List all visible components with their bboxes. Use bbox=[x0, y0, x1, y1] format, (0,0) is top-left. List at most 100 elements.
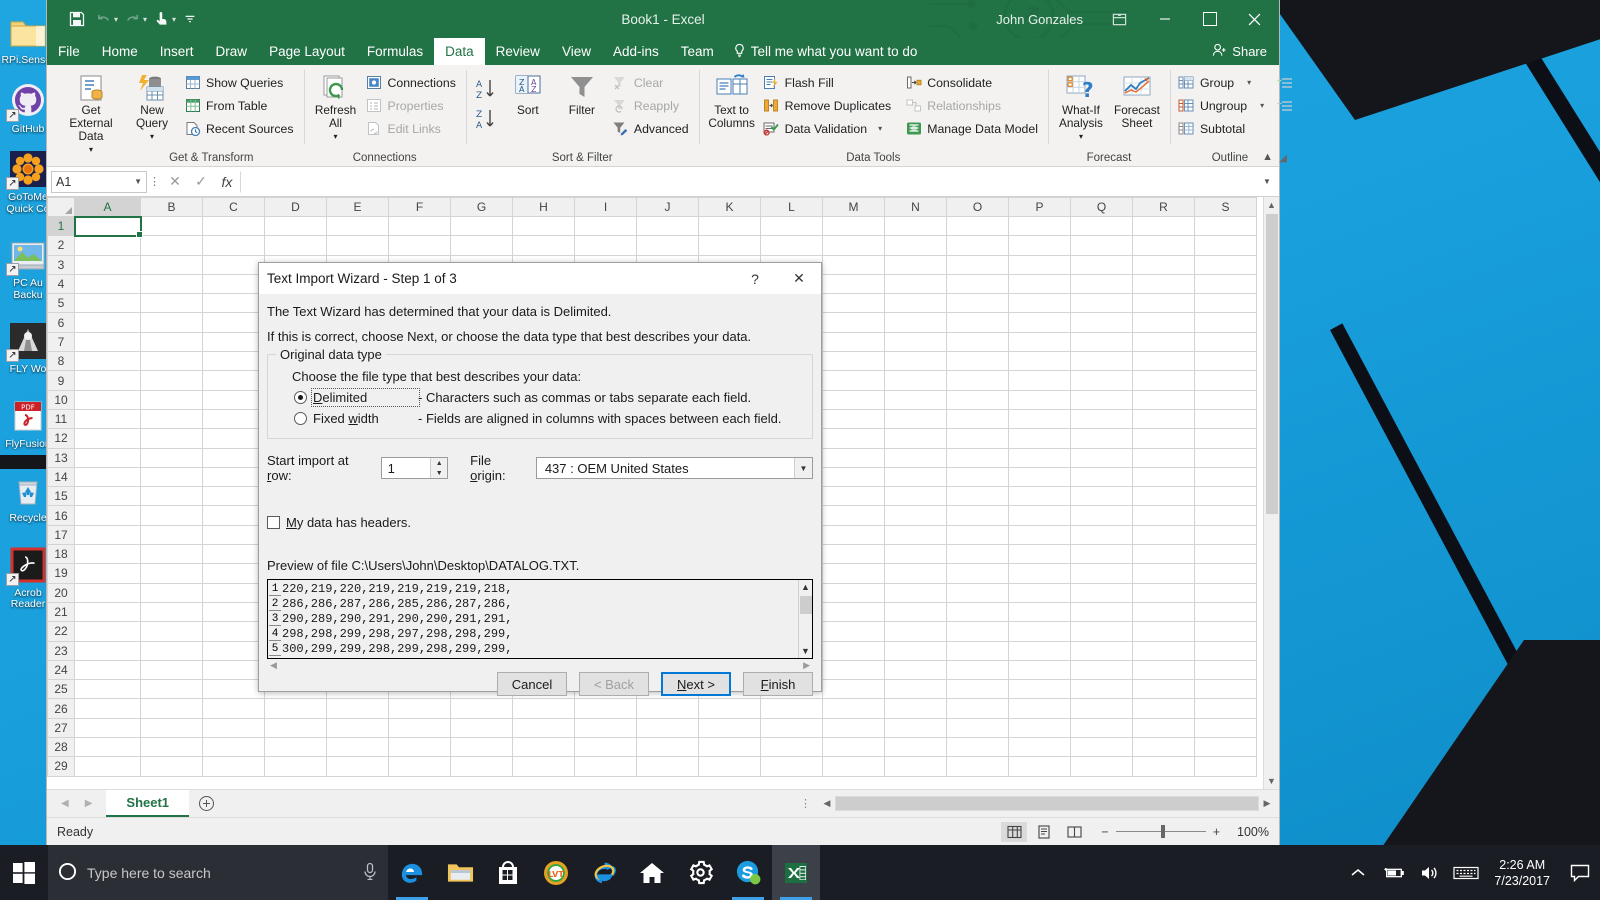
cell-J1[interactable] bbox=[637, 217, 699, 236]
chevron-down-icon[interactable]: ▾ bbox=[1247, 78, 1251, 87]
cell-N25[interactable] bbox=[885, 680, 947, 699]
column-header-L[interactable]: L bbox=[761, 198, 823, 217]
cell-B2[interactable] bbox=[141, 236, 203, 255]
cell-N19[interactable] bbox=[885, 564, 947, 583]
cell-S15[interactable] bbox=[1195, 487, 1257, 506]
cell-L2[interactable] bbox=[761, 236, 823, 255]
sort-button[interactable]: Z A A Z Sort bbox=[501, 70, 555, 119]
cell-P29[interactable] bbox=[1009, 757, 1071, 776]
cell-S13[interactable] bbox=[1195, 448, 1257, 467]
cell-O23[interactable] bbox=[947, 641, 1009, 660]
cell-K2[interactable] bbox=[699, 236, 761, 255]
cell-S8[interactable] bbox=[1195, 352, 1257, 371]
cell-P21[interactable] bbox=[1009, 602, 1071, 621]
cancel-button[interactable]: Cancel bbox=[497, 672, 567, 696]
row-header-10[interactable]: 10 bbox=[48, 390, 75, 409]
cell-S18[interactable] bbox=[1195, 545, 1257, 564]
cell-M4[interactable] bbox=[823, 274, 885, 293]
headers-checkbox-row[interactable]: My data has headers. bbox=[259, 515, 821, 530]
cell-R27[interactable] bbox=[1133, 718, 1195, 737]
cell-P10[interactable] bbox=[1009, 390, 1071, 409]
cell-O27[interactable] bbox=[947, 718, 1009, 737]
normal-view-icon[interactable] bbox=[1001, 822, 1027, 842]
cell-M2[interactable] bbox=[823, 236, 885, 255]
sort-z-to-a-button[interactable]: Z A bbox=[471, 104, 501, 134]
cell-S20[interactable] bbox=[1195, 583, 1257, 602]
cell-C28[interactable] bbox=[203, 738, 265, 757]
cell-Q22[interactable] bbox=[1071, 622, 1133, 641]
cell-Q28[interactable] bbox=[1071, 738, 1133, 757]
cell-P9[interactable] bbox=[1009, 371, 1071, 390]
cell-B5[interactable] bbox=[141, 294, 203, 313]
cell-S10[interactable] bbox=[1195, 390, 1257, 409]
cell-E1[interactable] bbox=[327, 217, 389, 236]
row-header-22[interactable]: 22 bbox=[48, 622, 75, 641]
row-header-12[interactable]: 12 bbox=[48, 429, 75, 448]
cell-S1[interactable] bbox=[1195, 217, 1257, 236]
row-header-28[interactable]: 28 bbox=[48, 738, 75, 757]
row-header-7[interactable]: 7 bbox=[48, 332, 75, 351]
cancel-icon[interactable]: ✕ bbox=[162, 171, 188, 193]
cell-C18[interactable] bbox=[203, 545, 265, 564]
zoom-control[interactable]: − + 100% bbox=[1101, 825, 1269, 839]
account-name[interactable]: John Gonzales bbox=[996, 12, 1083, 27]
remove-duplicates-button[interactable]: Remove Duplicates bbox=[760, 94, 897, 117]
cell-D2[interactable] bbox=[265, 236, 327, 255]
cell-P23[interactable] bbox=[1009, 641, 1071, 660]
battery-icon[interactable] bbox=[1376, 845, 1412, 900]
cell-O28[interactable] bbox=[947, 738, 1009, 757]
cell-R5[interactable] bbox=[1133, 294, 1195, 313]
cell-P12[interactable] bbox=[1009, 429, 1071, 448]
cell-A7[interactable] bbox=[75, 332, 141, 351]
cell-O3[interactable] bbox=[947, 255, 1009, 274]
collapse-ribbon-icon[interactable]: ▲ bbox=[1262, 151, 1273, 163]
what-if-analysis-button[interactable]: ? What-If Analysis ▾ bbox=[1053, 70, 1109, 145]
save-icon[interactable] bbox=[65, 7, 89, 31]
row-header-24[interactable]: 24 bbox=[48, 660, 75, 679]
cell-B6[interactable] bbox=[141, 313, 203, 332]
cell-O22[interactable] bbox=[947, 622, 1009, 641]
page-break-preview-icon[interactable] bbox=[1061, 822, 1087, 842]
cell-N5[interactable] bbox=[885, 294, 947, 313]
cell-Q8[interactable] bbox=[1071, 352, 1133, 371]
cell-N2[interactable] bbox=[885, 236, 947, 255]
cell-Q2[interactable] bbox=[1071, 236, 1133, 255]
cell-Q5[interactable] bbox=[1071, 294, 1133, 313]
group-button[interactable]: Group ▾ bbox=[1175, 71, 1269, 94]
cell-A22[interactable] bbox=[75, 622, 141, 641]
cell-O11[interactable] bbox=[947, 409, 1009, 428]
zoom-slider-thumb[interactable] bbox=[1161, 825, 1165, 838]
horizontal-scroll-track[interactable] bbox=[835, 796, 1259, 811]
cell-Q14[interactable] bbox=[1071, 467, 1133, 486]
keyboard-icon[interactable] bbox=[1448, 845, 1484, 900]
cell-M6[interactable] bbox=[823, 313, 885, 332]
cell-M23[interactable] bbox=[823, 641, 885, 660]
insert-function-icon[interactable]: fx bbox=[214, 171, 240, 193]
cell-S16[interactable] bbox=[1195, 506, 1257, 525]
cell-R14[interactable] bbox=[1133, 467, 1195, 486]
preview-horizontal-scrollbar[interactable]: ◀ ▶ bbox=[267, 659, 813, 672]
cell-C17[interactable] bbox=[203, 525, 265, 544]
cell-K1[interactable] bbox=[699, 217, 761, 236]
column-header-C[interactable]: C bbox=[203, 198, 265, 217]
cell-R9[interactable] bbox=[1133, 371, 1195, 390]
taskbar-app-excel[interactable] bbox=[772, 845, 820, 900]
cell-O26[interactable] bbox=[947, 699, 1009, 718]
scroll-down-icon[interactable]: ▼ bbox=[1264, 773, 1280, 789]
cell-J2[interactable] bbox=[637, 236, 699, 255]
cell-F1[interactable] bbox=[389, 217, 451, 236]
sort-a-to-z-button[interactable]: A Z bbox=[471, 74, 501, 104]
cell-O21[interactable] bbox=[947, 602, 1009, 621]
cell-A20[interactable] bbox=[75, 583, 141, 602]
cell-R13[interactable] bbox=[1133, 448, 1195, 467]
subtotal-button[interactable]: Subtotal bbox=[1175, 117, 1269, 140]
cell-K27[interactable] bbox=[699, 718, 761, 737]
cell-M5[interactable] bbox=[823, 294, 885, 313]
cell-B29[interactable] bbox=[141, 757, 203, 776]
row-header-4[interactable]: 4 bbox=[48, 274, 75, 293]
cell-C8[interactable] bbox=[203, 352, 265, 371]
chevron-down-icon[interactable]: ▾ bbox=[1260, 101, 1264, 110]
cell-S21[interactable] bbox=[1195, 602, 1257, 621]
cell-C12[interactable] bbox=[203, 429, 265, 448]
cell-D29[interactable] bbox=[265, 757, 327, 776]
